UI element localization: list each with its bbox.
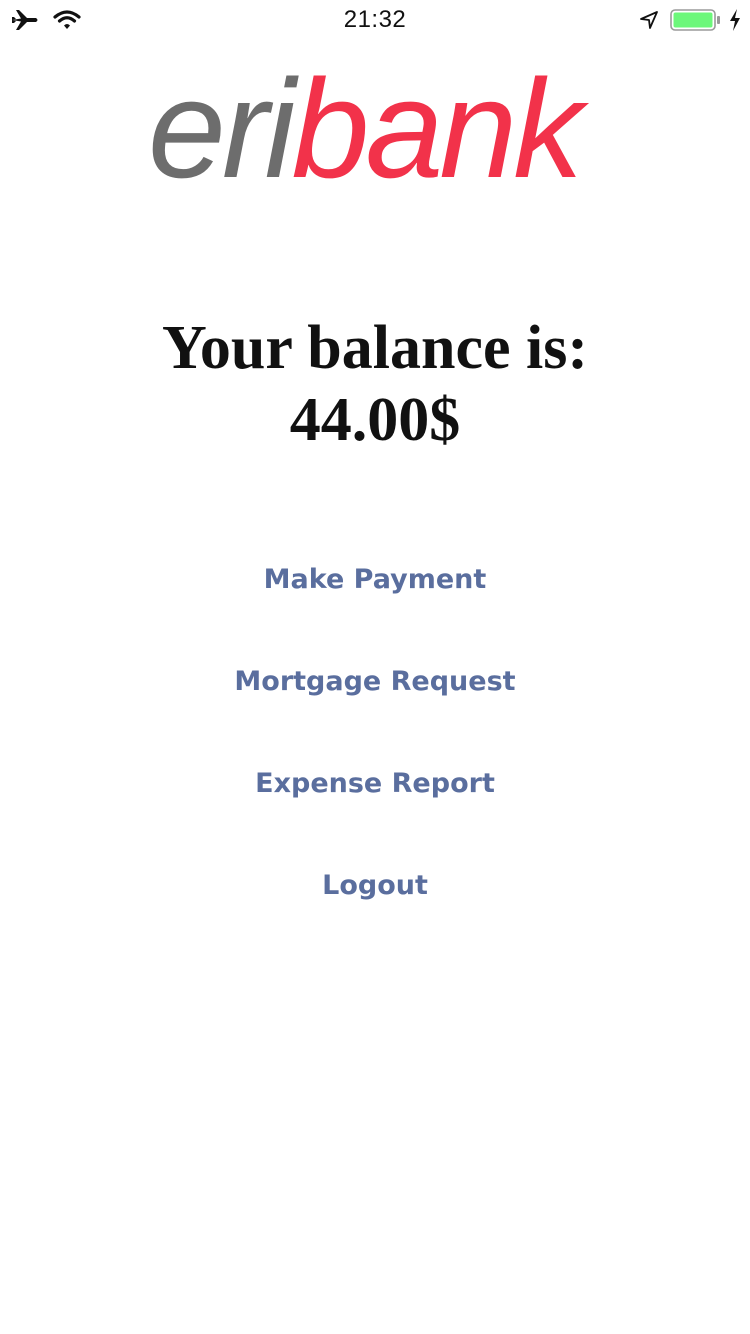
charging-bolt-icon [730, 9, 740, 31]
location-arrow-icon [640, 11, 658, 29]
logout-button[interactable]: Logout [0, 864, 750, 966]
balance-section: Your balance is: 44.00$ [0, 312, 750, 456]
make-payment-button[interactable]: Make Payment [0, 558, 750, 660]
main-menu: Make Payment Mortgage Request Expense Re… [0, 558, 750, 966]
balance-label: Your balance is: [161, 314, 588, 382]
eribank-logo: eribank [148, 62, 593, 192]
battery-icon [670, 9, 720, 31]
logo-text-bank: bank [292, 62, 590, 192]
status-bar: 21:32 [0, 0, 750, 40]
balance-value: 44.00$ [289, 386, 461, 454]
logo-text-eri: eri [148, 62, 299, 192]
expense-report-button[interactable]: Expense Report [0, 762, 750, 864]
svg-text:eribank: eribank [148, 62, 589, 192]
mortgage-request-button[interactable]: Mortgage Request [0, 660, 750, 762]
